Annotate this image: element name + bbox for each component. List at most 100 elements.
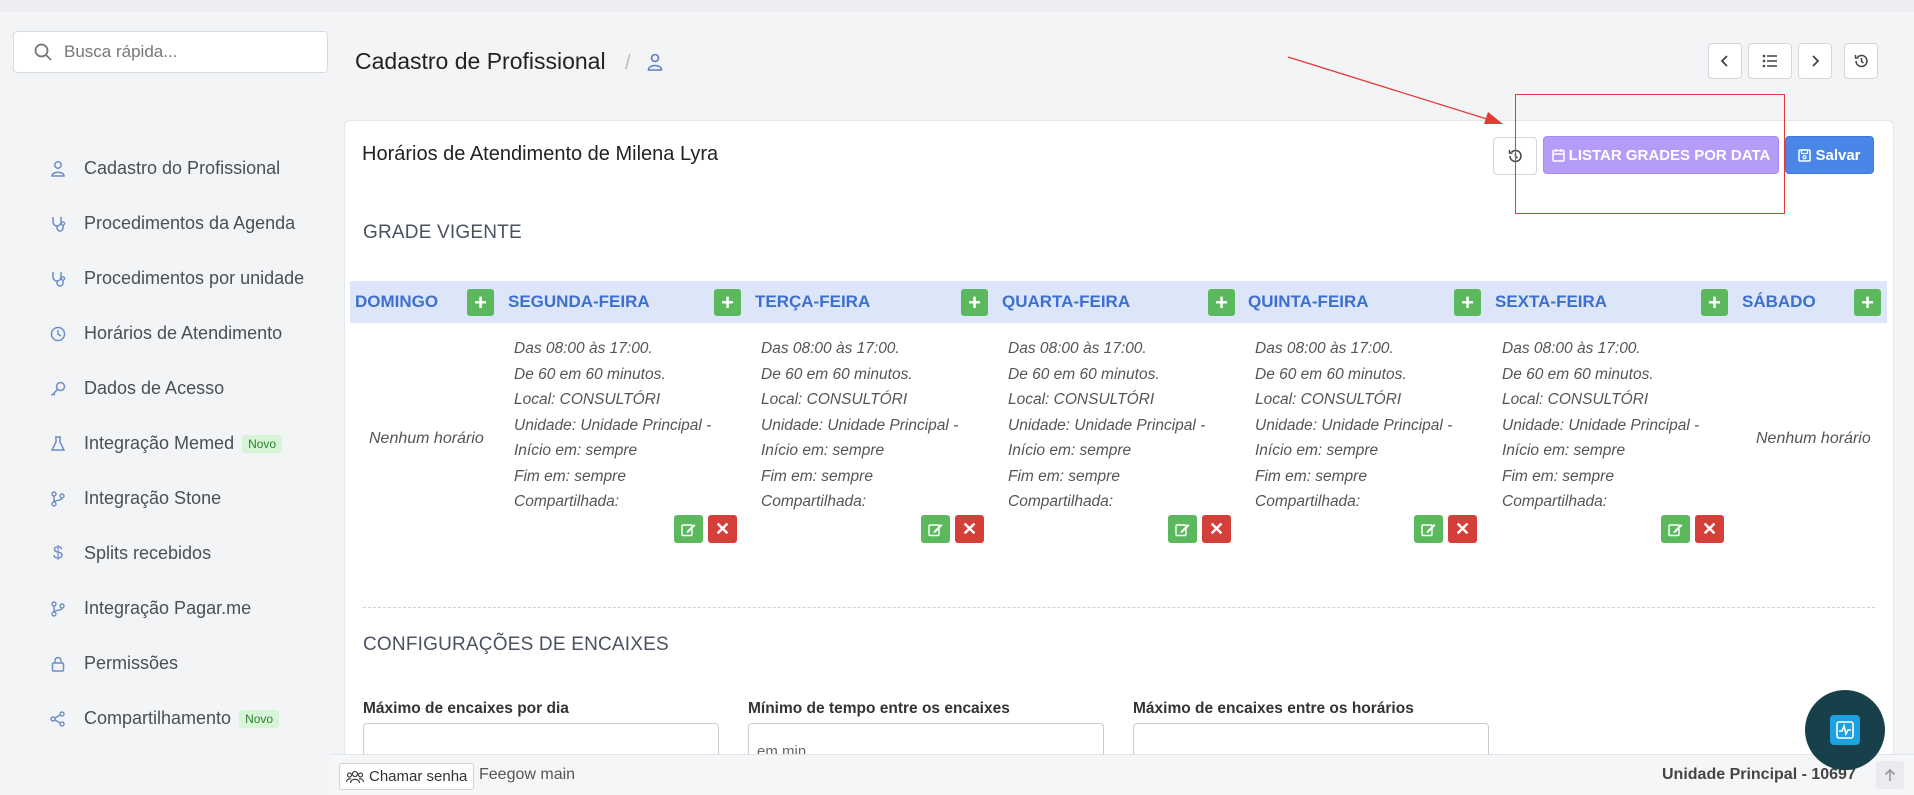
- edit-slot-button[interactable]: [1661, 515, 1690, 543]
- edit-icon: [1175, 522, 1190, 537]
- new-badge: Novo: [239, 709, 280, 728]
- slot-local: Local: CONSULTÓRI: [1008, 391, 1155, 408]
- list-button[interactable]: [1748, 43, 1792, 79]
- sidebar-item-compartilhamento[interactable]: Compartilhamento Novo: [50, 691, 320, 746]
- next-button[interactable]: [1798, 43, 1832, 79]
- slot-local: Local: CONSULTÓRI: [1255, 391, 1402, 408]
- slot-unit: Unidade: Unidade Principal -: [761, 416, 959, 434]
- slot-interval: De 60 em 60 minutos.: [1255, 365, 1407, 383]
- sidebar-item-label: Dados de Acesso: [84, 378, 225, 398]
- slot-unit: Unidade: Unidade Principal -: [1008, 416, 1206, 434]
- grade-vigente-title: GRADE VIGENTE: [363, 222, 522, 243]
- page-title: Cadastro de Profissional: [355, 48, 606, 74]
- save-button[interactable]: Salvar: [1785, 136, 1874, 174]
- slot-local: Local: CONSULTÓRI: [1502, 391, 1649, 408]
- schedule-header: DOMINGO + SEGUNDA-FEIRA + TERÇA-FEIRA + …: [350, 281, 1887, 323]
- slot-end: Fim em: sempre: [761, 467, 873, 485]
- slot-end: Fim em: sempre: [514, 467, 626, 485]
- slot-hours: Das 08:00 às 17:00.: [1008, 340, 1147, 357]
- add-slot-button[interactable]: +: [1701, 289, 1728, 316]
- min-tempo-encaixes-label: Mínimo de tempo entre os encaixes: [748, 700, 1010, 717]
- slot-shared: Compartilhada:: [514, 493, 620, 510]
- sidebar-item-cadastro[interactable]: Cadastro do Profissional: [50, 141, 320, 196]
- flask-icon: [50, 435, 66, 452]
- scroll-top-button[interactable]: [1876, 761, 1904, 789]
- sidebar-item-horarios[interactable]: Horários de Atendimento: [50, 306, 320, 361]
- sidebar-item-procedimentos-agenda[interactable]: Procedimentos da Agenda: [50, 196, 320, 251]
- current-unit[interactable]: Unidade Principal - 10697: [1662, 766, 1856, 784]
- slot-unit: Unidade: Unidade Principal -: [1502, 416, 1700, 434]
- add-slot-button[interactable]: +: [1854, 289, 1881, 316]
- schedule-slot: Das 08:00 às 17:00. De 60 em 60 minutos.…: [1008, 336, 1205, 515]
- sidebar-item-splits[interactable]: $ Splits recebidos: [50, 526, 320, 581]
- dollar-icon: $: [52, 543, 63, 563]
- slot-interval: De 60 em 60 minutos.: [1502, 365, 1654, 383]
- edit-slot-button[interactable]: [674, 515, 703, 543]
- support-chat-button[interactable]: [1805, 690, 1885, 770]
- sidebar-nav: Cadastro do Profissional Procedimentos d…: [50, 141, 320, 746]
- list-icon: [1762, 54, 1778, 68]
- schedule-slot: Das 08:00 às 17:00. De 60 em 60 minutos.…: [514, 336, 711, 515]
- slot-hours: Das 08:00 às 17:00.: [514, 340, 653, 357]
- delete-slot-button[interactable]: ✕: [1695, 515, 1724, 543]
- header-buttons: [1708, 43, 1878, 79]
- day-header: SÁBADO: [1742, 292, 1816, 311]
- search-icon: [34, 43, 52, 61]
- sidebar-item-label: Procedimentos da Agenda: [84, 213, 296, 233]
- call-ticket-button[interactable]: Chamar senha: [339, 763, 475, 790]
- search-input[interactable]: [64, 42, 304, 62]
- previous-button[interactable]: [1708, 43, 1742, 79]
- add-slot-button[interactable]: +: [714, 289, 741, 316]
- floppy-disk-icon: [1798, 148, 1812, 162]
- chevron-left-icon: [1720, 54, 1730, 68]
- day-header: TERÇA-FEIRA: [755, 292, 871, 311]
- quick-search[interactable]: [13, 31, 328, 73]
- history-button[interactable]: [1844, 43, 1878, 79]
- slot-interval: De 60 em 60 minutos.: [1008, 365, 1160, 383]
- sidebar-item-stone[interactable]: Integração Stone: [50, 471, 320, 526]
- sidebar-item-label: Integração Memed: [84, 433, 235, 453]
- slot-hours: Das 08:00 às 17:00.: [1502, 340, 1641, 357]
- slot-local: Local: CONSULTÓRI: [514, 391, 661, 408]
- schedule-slot: Das 08:00 às 17:00. De 60 em 60 minutos.…: [761, 336, 958, 515]
- add-slot-button[interactable]: +: [1454, 289, 1481, 316]
- edit-icon: [681, 522, 696, 537]
- add-slot-button[interactable]: +: [467, 289, 494, 316]
- sidebar-item-procedimentos-unidade[interactable]: Procedimentos por unidade: [50, 251, 320, 306]
- sidebar-item-dados-acesso[interactable]: Dados de Acesso: [50, 361, 320, 416]
- slot-start: Início em: sempre: [761, 442, 885, 459]
- schedule-slot: Das 08:00 às 17:00. De 60 em 60 minutos.…: [1255, 336, 1452, 515]
- edit-slot-button[interactable]: [921, 515, 950, 543]
- day-header: DOMINGO: [355, 292, 439, 311]
- add-slot-button[interactable]: +: [1208, 289, 1235, 316]
- add-slot-button[interactable]: +: [961, 289, 988, 316]
- day-header: SEGUNDA-FEIRA: [508, 292, 650, 311]
- sidebar-item-memed[interactable]: Integração Memed Novo: [50, 416, 320, 471]
- delete-slot-button[interactable]: ✕: [955, 515, 984, 543]
- encaixes-title: CONFIGURAÇÕES DE ENCAIXES: [363, 634, 669, 655]
- call-ticket-label: Chamar senha: [369, 768, 468, 785]
- slot-start: Início em: sempre: [1008, 442, 1132, 459]
- edit-slot-button[interactable]: [1414, 515, 1443, 543]
- slot-end: Fim em: sempre: [1502, 467, 1614, 485]
- slot-shared: Compartilhada:: [1502, 493, 1608, 510]
- edit-icon: [1668, 522, 1683, 537]
- history-icon: [1853, 53, 1869, 69]
- save-label: Salvar: [1815, 146, 1861, 164]
- sidebar-item-label: Permissões: [84, 653, 179, 673]
- delete-slot-button[interactable]: ✕: [1448, 515, 1477, 543]
- sidebar-item-label: Compartilhamento: [84, 708, 232, 728]
- sidebar-item-permissoes[interactable]: Permissões: [50, 636, 320, 691]
- edit-slot-button[interactable]: [1168, 515, 1197, 543]
- delete-slot-button[interactable]: ✕: [708, 515, 737, 543]
- delete-slot-button[interactable]: ✕: [1202, 515, 1231, 543]
- sidebar-item-label: Splits recebidos: [84, 543, 212, 563]
- clock-icon: [50, 326, 66, 342]
- lock-icon: [50, 656, 66, 672]
- sidebar-item-pagarme[interactable]: Integração Pagar.me: [50, 581, 320, 636]
- slot-hours: Das 08:00 às 17:00.: [1255, 340, 1394, 357]
- slot-local: Local: CONSULTÓRI: [761, 391, 908, 408]
- user-doctor-icon[interactable]: [647, 53, 663, 71]
- slot-shared: Compartilhada:: [761, 493, 867, 510]
- chevron-right-icon: [1810, 54, 1820, 68]
